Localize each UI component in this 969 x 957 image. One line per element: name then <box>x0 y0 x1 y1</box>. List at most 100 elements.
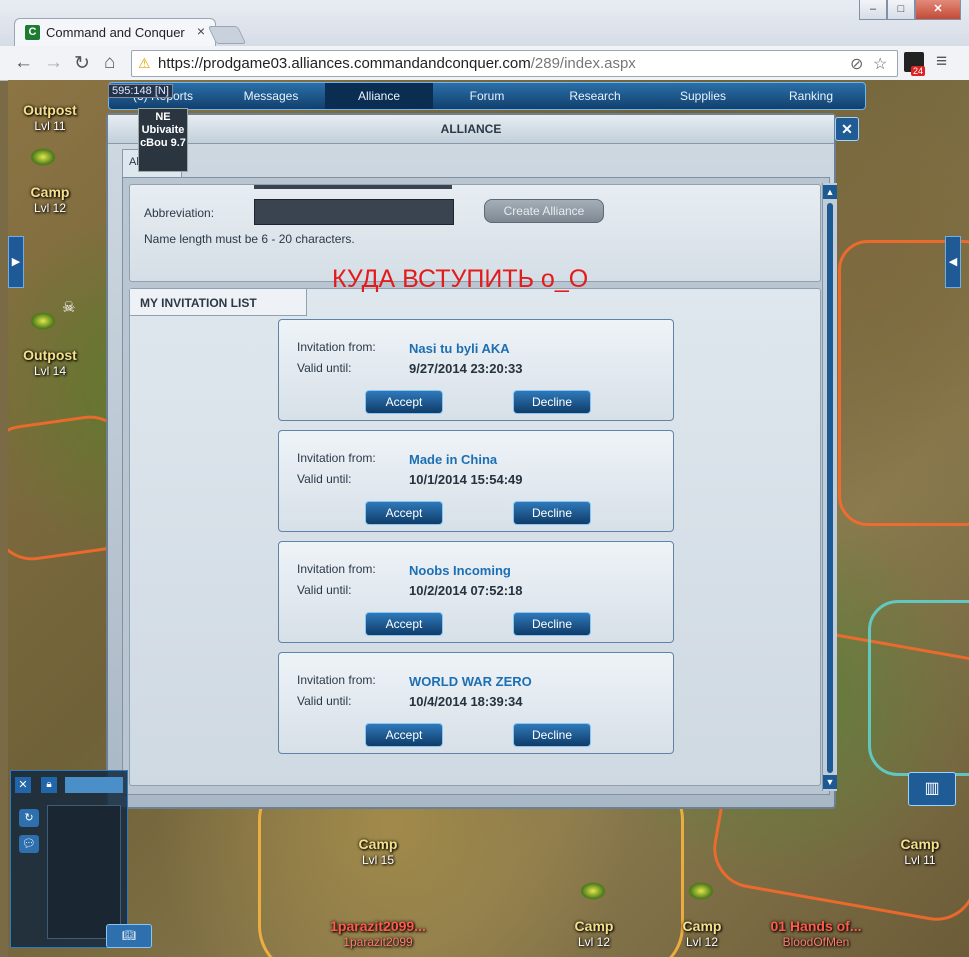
accept-button[interactable]: Accept <box>365 612 443 636</box>
skull-icon: ☠ <box>62 299 76 316</box>
decline-button[interactable]: Decline <box>513 612 591 636</box>
create-alliance-button[interactable]: Create Alliance <box>484 199 604 223</box>
valid-until-value: 9/27/2014 23:20:33 <box>409 361 523 376</box>
decline-button[interactable]: Decline <box>513 723 591 747</box>
book-icon[interactable]: 📖︎ <box>106 924 152 948</box>
tab-title: Command and Conquer <box>46 25 185 40</box>
game-nav-bar: (3) Reports Messages Alliance Forum Rese… <box>108 82 866 110</box>
map-label-level: Lvl 14 <box>33 364 67 378</box>
chat-input[interactable] <box>65 777 123 793</box>
chat-widget: ✕ 🔒︎ ↻ 💬︎ <box>10 770 128 948</box>
map-label-camp[interactable]: Camp Lvl 12 <box>666 918 738 950</box>
map-label-player-base[interactable]: 1parazit2099... 1parazit2099 <box>318 918 438 950</box>
chat-header: ✕ 🔒︎ <box>11 771 127 797</box>
nav-messages[interactable]: Messages <box>217 83 325 109</box>
scroll-thumb[interactable] <box>827 203 833 773</box>
back-arrow-icon[interactable]: ← <box>14 52 33 74</box>
base-marker[interactable] <box>580 882 606 900</box>
lock-icon[interactable]: 🔒︎ <box>41 777 57 793</box>
chat-refresh-icon[interactable]: ↻ <box>19 809 39 827</box>
forward-arrow-icon[interactable]: → <box>44 52 63 74</box>
accept-button[interactable]: Accept <box>365 723 443 747</box>
valid-until-label: Valid until: <box>297 694 352 708</box>
nav-forum[interactable]: Forum <box>433 83 541 109</box>
nav-research[interactable]: Research <box>541 83 649 109</box>
invitation-list: MY INVITATION LIST Invitation from: Nasi… <box>129 288 821 786</box>
nav-supplies[interactable]: Supplies <box>649 83 757 109</box>
invitation-alliance-name[interactable]: WORLD WAR ZERO <box>409 674 532 689</box>
base-marker[interactable] <box>30 312 56 330</box>
address-bar[interactable]: ⚠ https://prodgame03.alliances.commandan… <box>131 50 898 77</box>
map-label-name: Camp <box>358 836 398 852</box>
map-label-name: Camp <box>900 836 940 852</box>
browser-titlebar: C Command and Conquer × – □ ✕ <box>0 0 969 47</box>
map-label-camp[interactable]: Camp Lvl 15 <box>342 836 414 868</box>
valid-until-label: Valid until: <box>297 583 352 597</box>
browser-tab[interactable]: C Command and Conquer × <box>14 18 216 47</box>
chat-bubble-icon[interactable]: 💬︎ <box>19 835 39 853</box>
accept-button[interactable]: Accept <box>365 501 443 525</box>
nav-alliance[interactable]: Alliance <box>325 83 433 109</box>
map-label-player-base[interactable]: 01 Hands of... BloodOfMen <box>756 918 876 950</box>
map-label-level: Lvl 12 <box>33 201 67 215</box>
valid-until-value: 10/1/2014 15:54:49 <box>409 472 523 487</box>
scroll-up-icon[interactable]: ▲ <box>823 185 837 199</box>
invitation-alliance-name[interactable]: Made in China <box>409 452 497 467</box>
window-controls: – □ ✕ <box>859 0 961 20</box>
base-marker[interactable] <box>30 148 56 166</box>
decline-button[interactable]: Decline <box>513 390 591 414</box>
map-label-level: Lvl 11 <box>34 119 66 133</box>
invitation-alliance-name[interactable]: Noobs Incoming <box>409 563 511 578</box>
map-label-name: 01 Hands of... <box>770 918 862 934</box>
abbreviation-input[interactable] <box>254 199 454 225</box>
home-icon[interactable]: ⌂ <box>104 52 115 74</box>
close-window-icon[interactable]: ✕ <box>915 0 961 20</box>
maximize-icon[interactable]: □ <box>887 0 915 20</box>
invitation-list-heading: MY INVITATION LIST <box>130 289 307 316</box>
chat-messages[interactable] <box>47 805 121 939</box>
name-input[interactable] <box>254 185 452 189</box>
map-label-camp[interactable]: Camp Lvl 11 <box>884 836 956 868</box>
map-label-level: Lvl 15 <box>361 853 395 867</box>
blocked-icon[interactable]: ⊘ <box>850 54 863 74</box>
valid-until-value: 10/4/2014 18:39:34 <box>409 694 523 709</box>
cnc-favicon-icon: C <box>25 25 40 40</box>
window-header: ALLIANCE <box>108 115 834 144</box>
close-window-button[interactable]: ✕ <box>835 117 859 141</box>
invitation-list-title: MY INVITATION LIST <box>140 296 257 310</box>
reload-icon[interactable]: ↻ <box>74 52 90 75</box>
left-panel-arrow-icon[interactable]: ▶ <box>8 236 24 288</box>
url-host: https://prodgame03.alliances.commandandc… <box>158 55 531 72</box>
valid-until-label: Valid until: <box>297 361 352 375</box>
map-label-outpost[interactable]: Outpost Lvl 11 <box>14 102 86 134</box>
window-scrollbar[interactable]: ▲ ▼ <box>822 183 837 791</box>
map-label-level: Lvl 11 <box>904 853 936 867</box>
extension-badge: 24 <box>911 66 926 76</box>
map-label-outpost[interactable]: Outpost Lvl 14 <box>14 347 86 379</box>
map-label-camp[interactable]: Camp Lvl 12 <box>14 184 86 216</box>
abbreviation-label: Abbreviation: <box>144 206 215 220</box>
base-marker[interactable] <box>688 882 714 900</box>
coordinates-tooltip: 595:148 [N] <box>108 84 173 98</box>
valid-until-label: Valid until: <box>297 472 352 486</box>
url-text: https://prodgame03.alliances.commandandc… <box>158 55 636 72</box>
right-panel-arrow-icon[interactable]: ◀ <box>945 236 961 288</box>
accept-button[interactable]: Accept <box>365 390 443 414</box>
minimize-icon[interactable]: – <box>859 0 887 20</box>
invitation-card: Invitation from: Nasi tu byli AKA Valid … <box>278 319 674 421</box>
stats-icon[interactable]: ▥ <box>908 772 956 806</box>
scroll-down-icon[interactable]: ▼ <box>823 775 837 789</box>
invitation-alliance-name[interactable]: Nasi tu byli AKA <box>409 341 510 356</box>
valid-until-value: 10/2/2014 07:52:18 <box>409 583 523 598</box>
menu-icon[interactable]: ≡ <box>936 51 947 73</box>
nav-ranking[interactable]: Ranking <box>757 83 865 109</box>
invitation-card: Invitation from: WORLD WAR ZERO Valid un… <box>278 652 674 754</box>
url-path: /289/index.aspx <box>530 55 636 72</box>
map-label-camp[interactable]: Camp Lvl 12 <box>558 918 630 950</box>
player-name-tag: NE Ubivaite cBou 9.7 <box>138 108 188 172</box>
name-length-hint: Name length must be 6 - 20 characters. <box>144 232 355 246</box>
tab-close-icon[interactable]: × <box>197 23 205 39</box>
decline-button[interactable]: Decline <box>513 501 591 525</box>
chat-close-icon[interactable]: ✕ <box>15 777 31 793</box>
star-icon[interactable]: ☆ <box>873 54 887 74</box>
